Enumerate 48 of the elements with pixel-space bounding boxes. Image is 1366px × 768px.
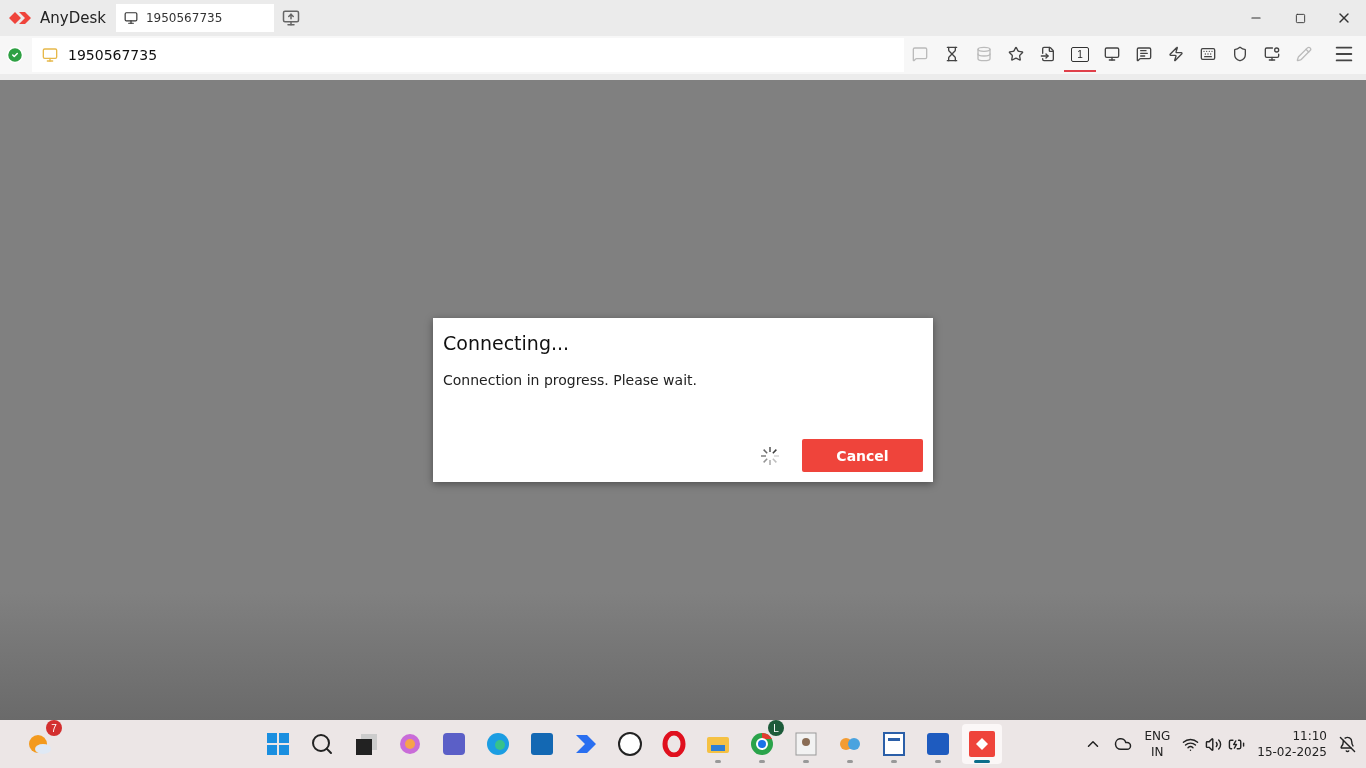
- app-icon: [969, 731, 995, 757]
- app-icon: [485, 731, 511, 757]
- app-icon: [925, 731, 951, 757]
- app-icon: [793, 731, 819, 757]
- loading-spinner-icon: [760, 445, 780, 466]
- profile-badge: L: [768, 720, 784, 736]
- cancel-button[interactable]: Cancel: [802, 439, 923, 472]
- search-icon: [310, 732, 334, 756]
- screen-dot-icon: [1264, 46, 1280, 62]
- keyboard-icon: [1200, 46, 1216, 62]
- language-indicator[interactable]: ENG IN: [1144, 728, 1171, 760]
- app-icon: [529, 731, 555, 757]
- app-icon: [353, 731, 379, 757]
- new-session-icon[interactable]: [281, 9, 300, 27]
- pencil-icon: [1296, 46, 1312, 62]
- database-icon: [976, 46, 992, 62]
- notifications-icon[interactable]: [1339, 735, 1356, 753]
- app-icon: [749, 731, 775, 757]
- cloud-sync-icon[interactable]: [1114, 735, 1133, 753]
- app-icon: [265, 731, 291, 757]
- restore-icon: [1294, 12, 1306, 24]
- monitor-icon: [1104, 46, 1120, 62]
- file-arrow-icon: [1040, 46, 1056, 62]
- shield-icon: [1232, 46, 1248, 62]
- app-icon: [881, 731, 907, 757]
- display-button[interactable]: 1: [1064, 38, 1096, 72]
- address-value: 1950567735: [68, 47, 158, 63]
- monitor-icon: [42, 47, 58, 63]
- app-icon: [661, 731, 687, 757]
- app-icon: [441, 731, 467, 757]
- hourglass-icon: [944, 46, 960, 62]
- clock[interactable]: 11:10 15-02-2025: [1257, 728, 1327, 760]
- chat-icon: [1136, 46, 1152, 62]
- monitor-icon: [123, 11, 138, 25]
- anydesk-logo-icon: [8, 10, 34, 26]
- session-tab[interactable]: 1950567735: [115, 4, 274, 32]
- notification-badge: 7: [46, 720, 62, 736]
- anydesk-taskbar-button[interactable]: [962, 724, 1002, 764]
- address-field[interactable]: 1950567735: [32, 38, 904, 72]
- volume-icon[interactable]: [1205, 735, 1223, 753]
- star-icon: [1008, 46, 1024, 62]
- dialog-message: Connection in progress. Please wait.: [443, 372, 698, 388]
- dialog-title: Connecting...: [443, 332, 571, 354]
- app-name: AnyDesk: [40, 9, 106, 27]
- app-icon: [397, 731, 423, 757]
- chat-screen-icon: [912, 46, 928, 62]
- lightning-icon: [1168, 46, 1184, 62]
- app-icon: [617, 731, 643, 757]
